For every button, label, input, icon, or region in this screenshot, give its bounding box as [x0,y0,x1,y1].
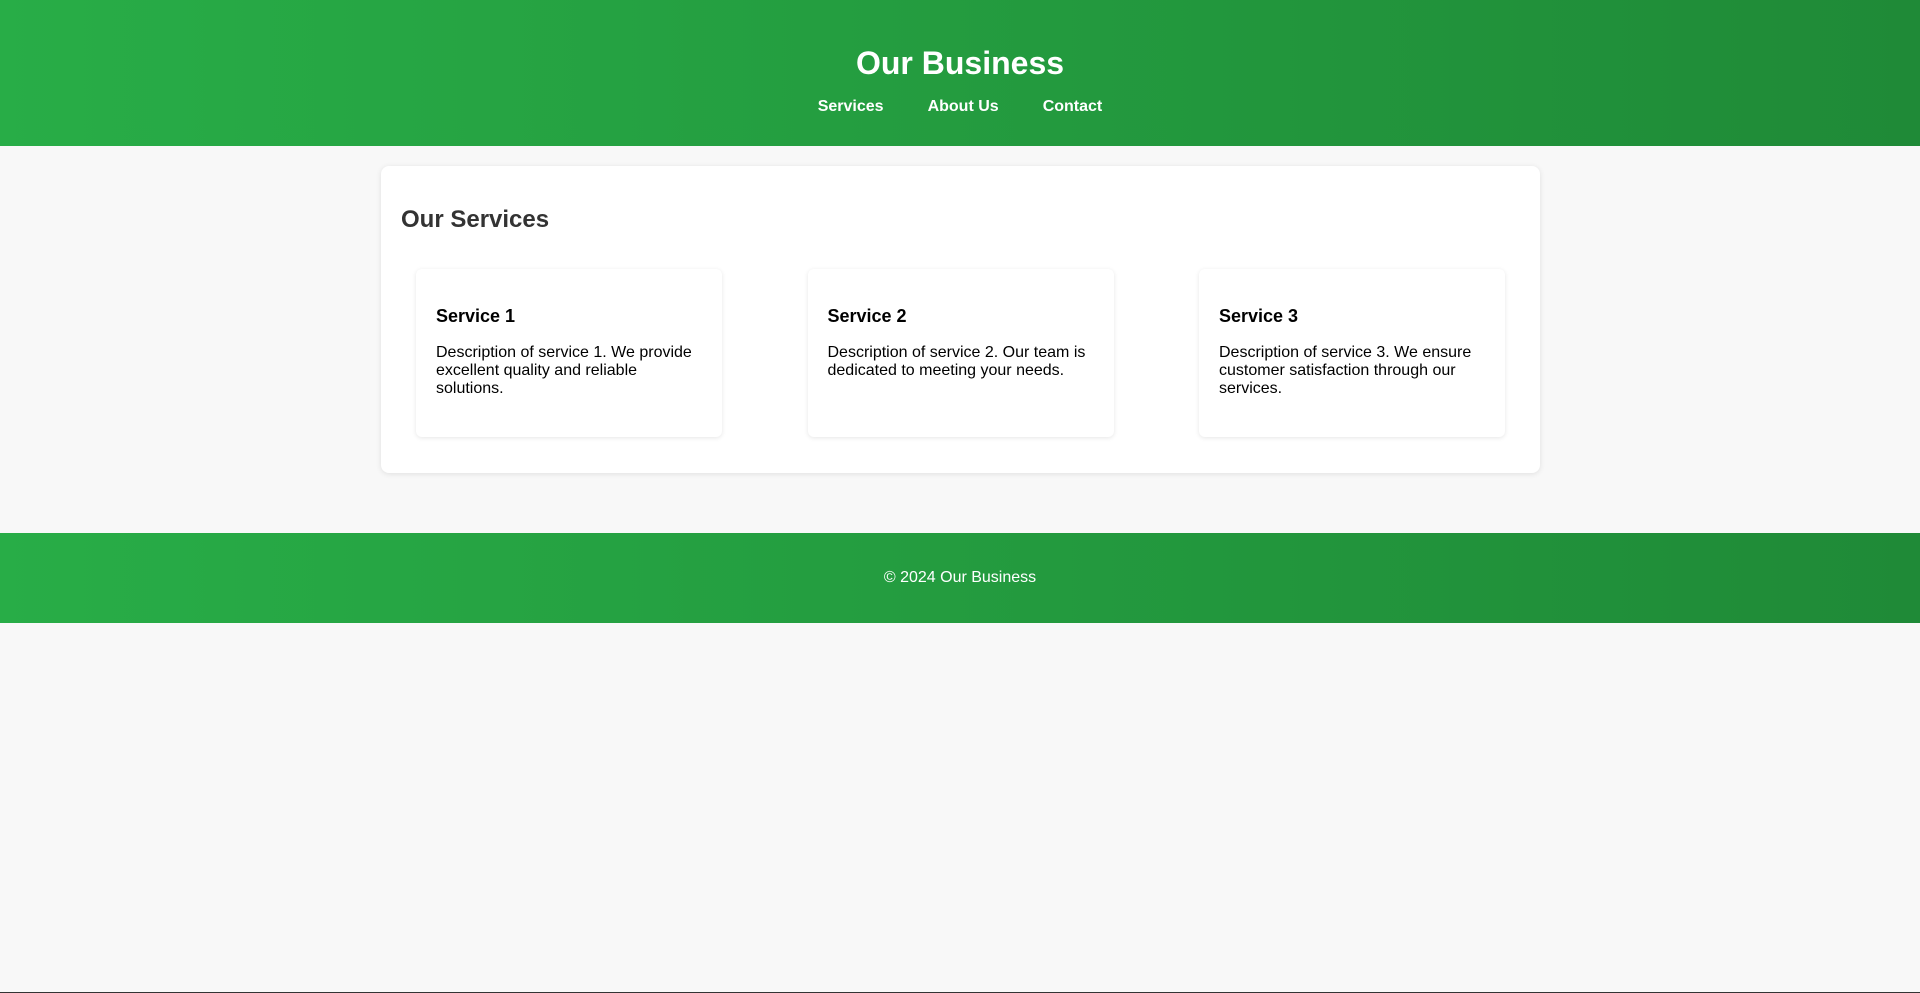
service-cards: Service 1 Description of service 1. We p… [401,269,1520,437]
site-footer: © 2024 Our Business [0,533,1920,623]
service-description: Description of service 3. We ensure cust… [1219,344,1472,397]
main-nav: Services About Us Contact [0,97,1920,117]
service-title: Service 1 [436,306,516,326]
nav-link-services[interactable]: Services [818,97,884,117]
nav-link-contact[interactable]: Contact [1043,97,1103,117]
service-description: Description of service 2. Our team is de… [827,344,1086,379]
site-title: Our Business [855,45,1065,81]
page: Our Business Services About Us Contact O… [0,0,1920,993]
service-card-1: Service 1 Description of service 1. We p… [416,269,722,437]
nav-link-about-us[interactable]: About Us [928,97,999,117]
service-title: Service 3 [1219,306,1299,326]
service-card-2: Service 2 Description of service 2. Our … [807,269,1114,437]
footer-copyright: © 2024 Our Business [883,569,1037,586]
site-header: Our Business Services About Us Contact [0,0,1920,146]
section-title: Our Services [401,206,550,233]
service-title: Service 2 [827,306,907,326]
service-description: Description of service 1. We provide exc… [436,344,692,397]
services-section: Our Services Service 1 Description of se… [381,166,1540,473]
service-card-3: Service 3 Description of service 3. We e… [1199,269,1505,437]
